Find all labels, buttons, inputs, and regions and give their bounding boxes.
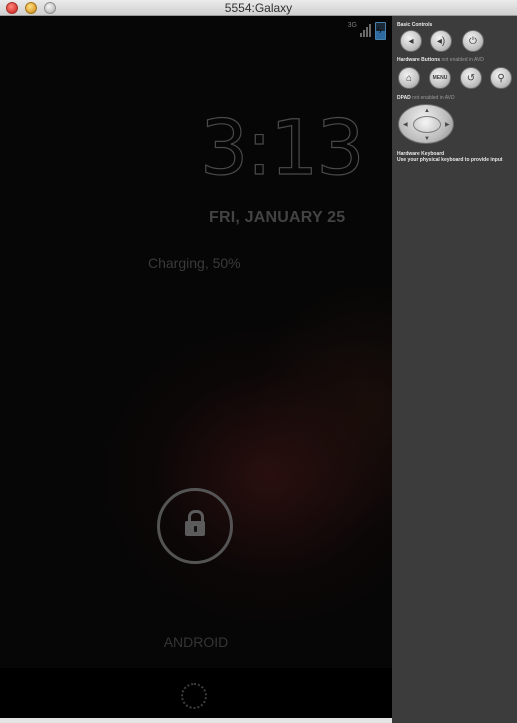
search-button[interactable]: ⚲: [490, 67, 512, 89]
clock-minutes: 13: [269, 103, 365, 192]
signal-icon: [360, 23, 372, 37]
menu-button-label: MENU: [432, 75, 448, 81]
hardware-buttons-label: Hardware Buttons not enabled in AVD: [397, 57, 484, 63]
dpad-down-arrow-icon: ▼: [424, 136, 430, 142]
charging-status: Charging, 50%: [148, 255, 241, 271]
carrier-label: ANDROID: [163, 634, 229, 650]
basic-controls-label: Basic Controls: [397, 22, 433, 28]
volume-down-button[interactable]: ◂: [400, 30, 422, 52]
lockscreen-date: FRI, JANUARY 25: [209, 209, 346, 226]
status-bar: 3G ϟ: [348, 20, 386, 40]
power-button[interactable]: ⏻: [462, 30, 484, 52]
dpad-left-arrow-icon: ◀: [403, 122, 408, 128]
emulator-controls-panel: Basic Controls ◂ ◂) ⏻ Hardware Buttons n…: [392, 16, 517, 723]
keyboard-hint: Use your physical keyboard to provide in…: [397, 157, 503, 163]
dpad-control[interactable]: ▲ ▼ ◀ ▶: [398, 104, 454, 144]
unlock-handle[interactable]: [157, 488, 233, 564]
dpad-up-arrow-icon: ▲: [424, 108, 430, 114]
lockscreen-clock: 3:13: [199, 107, 365, 188]
back-icon: ↺: [466, 72, 476, 84]
network-type-label: 3G: [347, 22, 357, 29]
menu-button[interactable]: MENU: [429, 67, 451, 89]
window-bottom-edge: [0, 718, 392, 723]
back-button[interactable]: ↺: [460, 67, 482, 89]
clock-hour: 3: [199, 103, 249, 192]
volume-up-button[interactable]: ◂): [430, 30, 452, 52]
loading-spinner-icon: [181, 683, 207, 709]
home-icon: ⌂: [405, 72, 413, 84]
dpad-label: DPAD not enabled in AVD: [397, 95, 455, 101]
dpad-right-arrow-icon: ▶: [445, 122, 450, 128]
search-icon: ⚲: [497, 72, 505, 84]
home-button[interactable]: ⌂: [398, 67, 420, 89]
emulator-screen[interactable]: 3G ϟ 3:13 FRI, JANUARY 25 Charging, 50% …: [0, 16, 392, 668]
dpad-center-button[interactable]: [413, 116, 441, 133]
power-icon: ⏻: [469, 35, 477, 47]
lock-icon: [185, 521, 205, 536]
battery-charging-icon: ϟ: [375, 22, 386, 40]
window-title: 5554:Galaxy: [224, 1, 293, 15]
clock-colon: :: [246, 103, 273, 192]
window-titlebar: 5554:Galaxy: [0, 0, 517, 16]
volume-down-icon: ◂: [408, 35, 414, 47]
volume-up-icon: ◂): [436, 35, 446, 47]
